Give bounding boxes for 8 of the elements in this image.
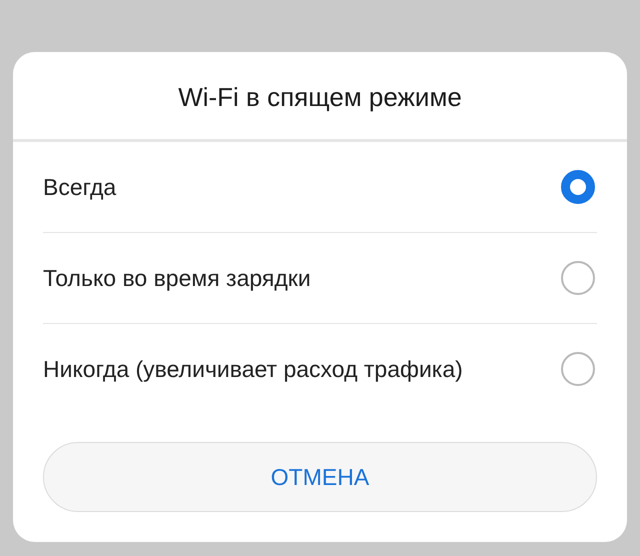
option-label[interactable]: Только во время зарядки	[43, 264, 311, 292]
option-label[interactable]: Всегда	[43, 174, 116, 200]
radio-button[interactable]	[561, 352, 595, 386]
dialog-title: Wi-Fi в спящем режиме	[13, 52, 627, 142]
cancel-button[interactable]: ОТМЕНА	[43, 442, 597, 512]
radio-button[interactable]	[561, 170, 595, 204]
option-label[interactable]: Никогда (увеличивает расход трафика)	[43, 356, 463, 382]
radio-button[interactable]	[561, 261, 595, 295]
